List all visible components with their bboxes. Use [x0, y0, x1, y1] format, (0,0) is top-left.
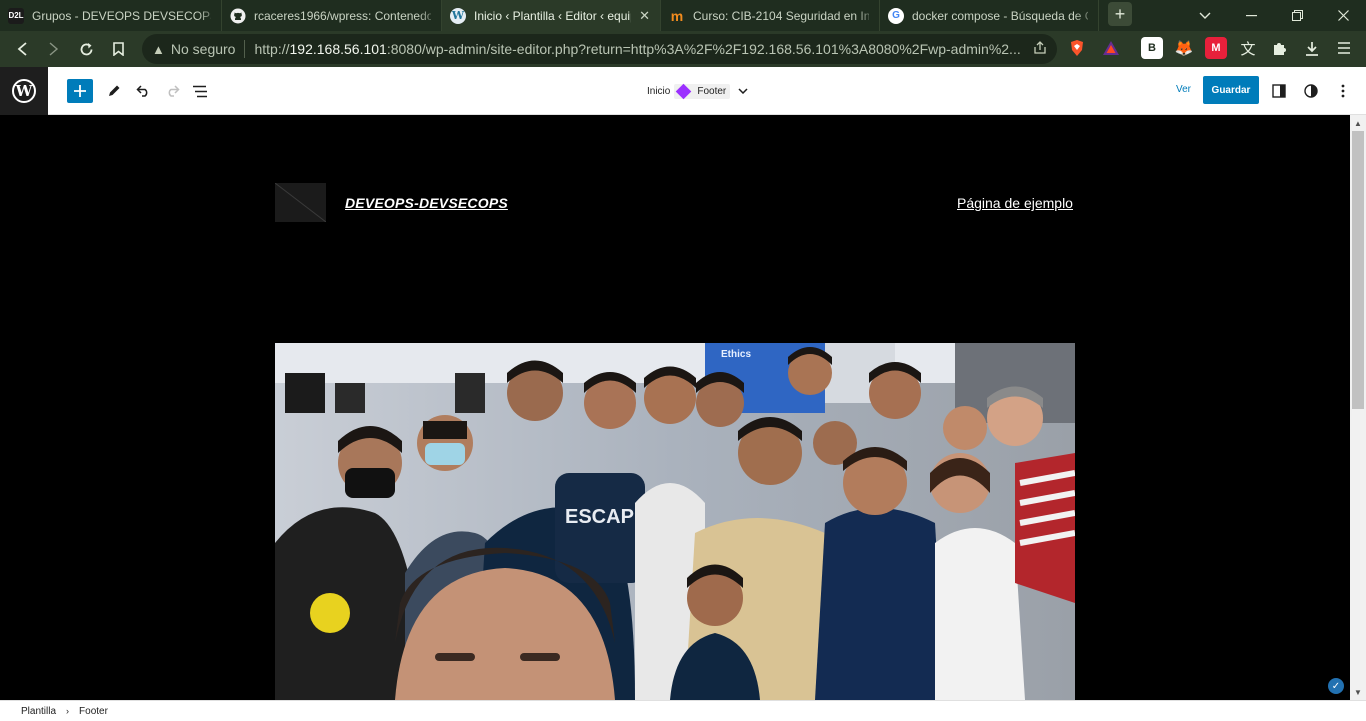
address-bar[interactable]: ▲ No seguro http://192.168.56.101:8080/w…: [142, 34, 1057, 64]
redo-icon[interactable]: [160, 79, 184, 103]
extension-kana-icon[interactable]: 文: [1237, 37, 1259, 59]
browser-menu-icon[interactable]: [1333, 37, 1355, 59]
svg-text:ESCAPE: ESCAPE: [565, 506, 647, 528]
chevron-down-icon[interactable]: [738, 86, 748, 97]
editor-canvas[interactable]: DEVEOPS-DEVSECOPS Página de ejemplo ESCA…: [0, 115, 1350, 700]
back-icon[interactable]: [6, 33, 38, 65]
breadcrumb-item-footer[interactable]: Footer: [79, 706, 108, 717]
save-button[interactable]: Guardar: [1203, 76, 1259, 104]
extensions-puzzle-icon[interactable]: [1269, 37, 1291, 59]
extension-b-icon[interactable]: B: [1141, 37, 1163, 59]
url-prefix: http://: [254, 41, 290, 57]
options-kebab-icon[interactable]: [1331, 79, 1355, 103]
scroll-up-arrow-icon[interactable]: ▲: [1350, 115, 1366, 131]
url-host: 192.168.56.101: [289, 41, 387, 57]
browser-tab-github[interactable]: rcaceres1966/wpress: Contenedor: [222, 0, 442, 31]
extension-m-icon[interactable]: M: [1205, 37, 1227, 59]
tab-title: Curso: CIB-2104 Seguridad en Infr: [693, 8, 869, 23]
tab-search-chevron-icon[interactable]: [1182, 0, 1228, 31]
browser-tab-strip: D2L Grupos - DEVEOPS DEVSECOPS - rcacere…: [0, 0, 1366, 31]
browser-tab-wordpress[interactable]: W Inicio ‹ Plantilla ‹ Editor ‹ equip ✕: [442, 0, 661, 31]
reload-icon[interactable]: [70, 33, 102, 65]
scroll-down-arrow-icon[interactable]: ▼: [1350, 684, 1366, 700]
document-title-breadcrumb[interactable]: Inicio Footer: [643, 82, 748, 100]
wordpress-icon: W: [450, 7, 466, 24]
security-label[interactable]: No seguro: [171, 41, 236, 57]
close-tab-icon[interactable]: ✕: [639, 8, 650, 24]
warning-icon[interactable]: ▲: [152, 42, 165, 57]
tab-title: Grupos - DEVEOPS DEVSECOPS -: [32, 8, 211, 23]
undo-icon[interactable]: [131, 79, 155, 103]
check-status-icon[interactable]: ✓: [1328, 678, 1344, 694]
new-tab-button[interactable]: +: [1108, 2, 1132, 26]
minimize-window-icon[interactable]: [1228, 0, 1274, 31]
d2l-icon: D2L: [8, 7, 24, 24]
brave-rewards-icon[interactable]: [1100, 37, 1122, 59]
site-logo-placeholder[interactable]: [275, 183, 326, 222]
settings-sidebar-icon[interactable]: [1267, 79, 1291, 103]
moodle-icon: m: [670, 7, 684, 24]
google-icon: G: [888, 7, 904, 24]
tab-title: docker compose - Búsqueda de G: [912, 8, 1088, 23]
forward-icon[interactable]: [38, 33, 70, 65]
editor-header: W Inicio Footer Ver Guardar: [0, 67, 1366, 115]
site-title-link[interactable]: DEVEOPS-DEVSECOPS: [345, 195, 508, 211]
tab-title: Inicio ‹ Plantilla ‹ Editor ‹ equip: [474, 8, 632, 23]
group-photo-image[interactable]: ESCAPE Ethics: [275, 343, 1075, 700]
browser-toolbar: ▲ No seguro http://192.168.56.101:8080/w…: [0, 31, 1366, 67]
scrollbar-thumb[interactable]: [1352, 131, 1364, 409]
github-icon: [230, 8, 246, 24]
block-breadcrumb: Plantilla › Footer: [0, 700, 1366, 721]
svg-text:Ethics: Ethics: [721, 349, 751, 360]
wordpress-logo-icon: W: [12, 79, 36, 103]
url-path: :8080/wp-admin/site-editor.php?return=ht…: [386, 41, 1021, 57]
canvas-scrollbar[interactable]: ▲ ▼: [1350, 115, 1366, 700]
template-part-icon: [676, 83, 692, 99]
edit-tool-pencil-icon[interactable]: [102, 79, 126, 103]
styles-icon[interactable]: [1299, 79, 1323, 103]
wordpress-logo-button[interactable]: W: [0, 67, 48, 115]
tab-title: rcaceres1966/wpress: Contenedor: [254, 8, 431, 23]
brave-shield-icon[interactable]: [1066, 37, 1088, 59]
chevron-right-icon: ›: [66, 706, 70, 716]
download-icon[interactable]: [1301, 37, 1323, 59]
view-button[interactable]: Ver: [1176, 84, 1191, 95]
extension-fox-icon[interactable]: 🦊: [1173, 37, 1195, 59]
close-window-icon[interactable]: [1320, 0, 1366, 31]
template-part-chip[interactable]: Footer: [674, 83, 731, 99]
share-icon[interactable]: [1029, 37, 1051, 59]
bookmark-icon[interactable]: [102, 33, 134, 65]
nav-link-sample-page[interactable]: Página de ejemplo: [957, 195, 1073, 211]
restore-window-icon[interactable]: [1274, 0, 1320, 31]
breadcrumb-home[interactable]: Inicio: [643, 84, 674, 99]
browser-tab-d2l[interactable]: D2L Grupos - DEVEOPS DEVSECOPS -: [0, 0, 222, 31]
add-block-button[interactable]: [67, 79, 93, 103]
browser-tab-google[interactable]: G docker compose - Búsqueda de G: [880, 0, 1099, 31]
browser-tab-moodle[interactable]: m Curso: CIB-2104 Seguridad en Infr: [661, 0, 880, 31]
breadcrumb-item-template[interactable]: Plantilla: [21, 706, 56, 717]
breadcrumb-template: Footer: [697, 85, 727, 97]
list-view-icon[interactable]: [188, 79, 212, 103]
